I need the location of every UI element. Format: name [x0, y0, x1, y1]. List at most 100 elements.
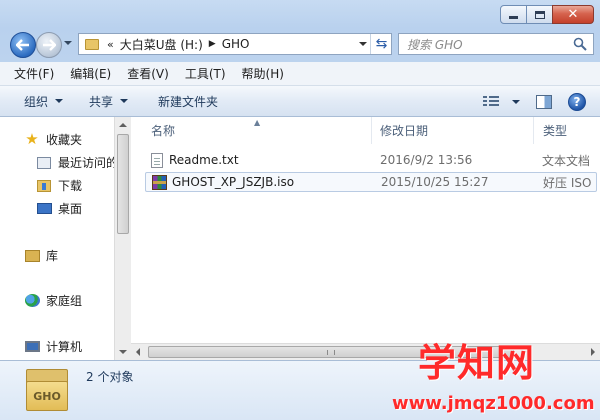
file-date: 2015/10/25 15:27: [381, 175, 489, 189]
title-bar: ✕ « 大白菜U盘 (H:) ▶ GHO ⇆ 搜索 GHO: [0, 0, 600, 62]
minimize-icon: [509, 16, 518, 19]
new-folder-button[interactable]: 新建文件夹: [148, 93, 228, 110]
help-icon[interactable]: ?: [568, 92, 586, 111]
folder-icon: [85, 38, 99, 50]
close-icon: ✕: [567, 7, 579, 22]
maximize-button[interactable]: [526, 5, 553, 24]
arrow-left-icon: [16, 39, 29, 51]
share-button[interactable]: 共享: [79, 93, 138, 110]
file-list: ▲ 名称 修改日期 类型 Readme.txt 2016/9/2 13:56 文…: [131, 117, 600, 343]
search-placeholder: 搜索 GHO: [407, 37, 463, 52]
file-name-cell: GHOST_XP_JSZJB.iso: [152, 174, 295, 190]
item-count: 2 个对象: [86, 370, 134, 384]
nav-desktop-label: 桌面: [58, 202, 83, 216]
column-header-type[interactable]: 类型: [543, 117, 600, 144]
nav-favorites[interactable]: ★ 收藏夹: [24, 131, 82, 148]
file-type: 好压 ISO: [543, 175, 592, 190]
organize-button[interactable]: 组织: [14, 93, 73, 110]
file-type: 文本文档: [542, 153, 591, 168]
file-row[interactable]: Readme.txt 2016/9/2 13:56 文本文档: [145, 150, 597, 170]
nav-recent[interactable]: 最近访问的: [36, 154, 118, 171]
archive-icon: [152, 174, 167, 190]
nav-homegroup[interactable]: 家庭组: [24, 292, 82, 309]
desktop-icon: [36, 202, 52, 216]
nav-libraries-label: 库: [46, 249, 59, 263]
command-bar-right: ?: [483, 86, 600, 117]
nav-computer[interactable]: 计算机: [24, 338, 82, 355]
forward-button[interactable]: [36, 32, 62, 58]
scrollbar-thumb[interactable]: [117, 134, 129, 234]
nav-pane-scrollbar[interactable]: [114, 117, 131, 360]
nav-downloads[interactable]: 下载: [36, 177, 82, 194]
refresh-button[interactable]: ⇆: [370, 34, 392, 54]
watermark-title: 学知网: [418, 341, 536, 385]
nav-downloads-label: 下载: [58, 179, 83, 193]
nav-libraries[interactable]: 库: [24, 247, 58, 264]
column-header-date[interactable]: 修改日期: [380, 117, 530, 144]
menu-tools[interactable]: 工具(T): [177, 65, 234, 82]
breadcrumb-separator-icon[interactable]: ▶: [209, 39, 216, 49]
navigation-pane: ★ 收藏夹 最近访问的 下载 桌面 库 家庭组 计算机: [0, 117, 130, 360]
downloads-icon: [36, 179, 52, 193]
menu-edit[interactable]: 编辑(E): [62, 65, 119, 82]
menu-bar: 文件(F) 编辑(E) 查看(V) 工具(T) 帮助(H): [0, 62, 600, 86]
file-name: Readme.txt: [169, 153, 239, 167]
chevron-down-icon: [120, 99, 129, 103]
column-header-name[interactable]: 名称: [151, 117, 371, 144]
address-bar[interactable]: « 大白菜U盘 (H:) ▶ GHO: [78, 33, 392, 55]
maximize-icon: [534, 10, 545, 19]
new-folder-label: 新建文件夹: [158, 94, 219, 109]
search-icon: [573, 37, 587, 51]
nav-computer-label: 计算机: [46, 340, 83, 354]
share-label: 共享: [89, 94, 114, 109]
menu-help[interactable]: 帮助(H): [234, 65, 292, 82]
watermark-url: www.jmqz1000.com: [392, 393, 595, 414]
preview-pane-icon[interactable]: [536, 94, 552, 109]
scroll-down-icon[interactable]: [119, 350, 127, 354]
column-name-label: 名称: [151, 124, 176, 138]
recent-places-icon: [36, 156, 52, 170]
recent-pages-dropdown[interactable]: [64, 41, 72, 45]
menu-file[interactable]: 文件(F): [6, 65, 62, 82]
scroll-left-icon[interactable]: [136, 348, 140, 356]
folder-icon: GHO: [26, 369, 68, 411]
nav-favorites-label: 收藏夹: [46, 133, 83, 147]
text-file-icon: [151, 152, 163, 168]
view-options-dropdown[interactable]: [503, 99, 522, 104]
address-overflow-chevron[interactable]: «: [107, 38, 114, 51]
homegroup-icon: [24, 294, 40, 308]
window-controls: ✕: [500, 5, 594, 24]
column-divider[interactable]: [533, 117, 534, 144]
search-input[interactable]: 搜索 GHO: [398, 33, 594, 55]
view-options-icon[interactable]: [483, 96, 499, 107]
refresh-icon: ⇆: [375, 36, 388, 52]
column-divider[interactable]: [371, 117, 372, 144]
column-date-label: 修改日期: [380, 124, 429, 138]
close-button[interactable]: ✕: [552, 5, 594, 24]
nav-recent-label: 最近访问的: [58, 156, 119, 170]
chevron-down-icon: [512, 99, 520, 104]
folder-icon-label: GHO: [26, 381, 68, 411]
file-name-cell: Readme.txt: [151, 152, 239, 168]
chevron-down-icon: [55, 99, 64, 103]
nav-homegroup-label: 家庭组: [46, 294, 83, 308]
file-row-selected[interactable]: GHOST_XP_JSZJB.iso 2015/10/25 15:27 好压 I…: [145, 172, 597, 192]
nav-desktop[interactable]: 桌面: [36, 200, 82, 217]
library-icon: [24, 249, 40, 263]
command-bar: 组织 共享 新建文件夹 ?: [0, 86, 600, 117]
file-name: GHOST_XP_JSZJB.iso: [172, 175, 295, 189]
scroll-right-icon[interactable]: [591, 348, 595, 356]
organize-label: 组织: [24, 94, 49, 109]
scrollbar-grip: [327, 350, 335, 355]
breadcrumb-drive[interactable]: 大白菜U盘 (H:): [120, 36, 203, 53]
computer-icon: [24, 340, 40, 354]
minimize-button[interactable]: [500, 5, 527, 24]
back-button[interactable]: [10, 32, 36, 58]
arrow-right-icon: [43, 39, 56, 51]
address-dropdown-icon[interactable]: [359, 42, 367, 46]
file-date: 2016/9/2 13:56: [380, 153, 473, 167]
menu-view[interactable]: 查看(V): [119, 65, 177, 82]
scroll-up-icon[interactable]: [119, 123, 127, 127]
breadcrumb-gho[interactable]: GHO: [222, 37, 250, 51]
star-icon: ★: [25, 130, 39, 148]
